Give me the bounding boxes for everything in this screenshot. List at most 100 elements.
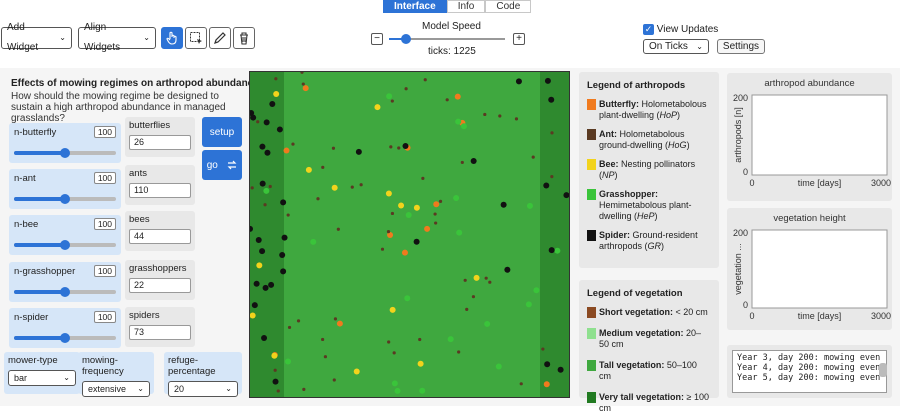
agent: [433, 212, 437, 216]
update-mode-value: On Ticks: [649, 41, 688, 52]
agent: [387, 340, 391, 344]
interact-tool-button[interactable]: [161, 27, 183, 49]
slider-track[interactable]: [14, 148, 116, 158]
output-line: Year 5, day 200: mowing even: [737, 373, 881, 383]
axis-label: time [days]: [798, 178, 842, 188]
monitor-label: ants: [129, 168, 147, 179]
settings-button[interactable]: Settings: [717, 39, 765, 54]
slider-fill: [14, 197, 65, 201]
speed-decrease-button[interactable]: −: [371, 33, 383, 45]
legend-vegetation: Legend of vegetation Short vegetation: <…: [579, 280, 719, 413]
slider-track[interactable]: [14, 194, 116, 204]
slider-knob[interactable]: [60, 240, 70, 250]
agent: [421, 176, 425, 180]
chevron-down-icon: ⌄: [137, 384, 144, 393]
chooser-dropdown[interactable]: bar ⌄: [8, 370, 76, 386]
agent: [386, 93, 393, 100]
slider-knob[interactable]: [60, 287, 70, 297]
monitor-butterflies: butterflies 26: [125, 117, 195, 157]
chooser-dropdown[interactable]: 20 ⌄: [168, 381, 238, 397]
agent: [380, 247, 385, 251]
agent: [433, 201, 440, 208]
checkbox-checked-icon[interactable]: ✓: [643, 24, 654, 35]
agent: [394, 387, 401, 394]
output-scrollbar[interactable]: [879, 363, 887, 377]
edit-tool-button[interactable]: [209, 27, 231, 49]
slider-value[interactable]: 100: [93, 311, 116, 323]
agent: [457, 350, 461, 354]
agent: [385, 190, 392, 197]
slider-n-ant[interactable]: n-ant 100: [9, 169, 121, 209]
setup-button[interactable]: setup: [202, 117, 242, 147]
monitor-value: 22: [129, 278, 191, 293]
agent: [263, 119, 270, 126]
align-widgets-dropdown[interactable]: Align Widgets ⌄: [78, 22, 156, 53]
agent: [473, 274, 480, 281]
speed-increase-button[interactable]: +: [513, 33, 525, 45]
agent: [390, 99, 394, 103]
agent: [259, 143, 266, 150]
agent: [273, 368, 277, 372]
tab-code[interactable]: Code: [485, 0, 532, 13]
slider-knob[interactable]: [60, 333, 70, 343]
chevron-down-icon: ⌄: [696, 42, 703, 51]
world-view[interactable]: [249, 71, 570, 398]
update-mode-dropdown[interactable]: On Ticks ⌄: [643, 39, 709, 54]
agent: [488, 280, 492, 284]
agent: [268, 281, 275, 288]
agent: [287, 325, 292, 330]
model-speed-slider[interactable]: [389, 34, 505, 44]
agent: [418, 337, 422, 342]
legend-item: Medium vegetation: 20–50 cm: [587, 328, 711, 350]
add-widget-dropdown[interactable]: Add Widget ⌄: [1, 22, 72, 53]
slider-n-spider[interactable]: n-spider 100: [9, 308, 121, 348]
legend-item-abbr: HoG: [668, 140, 687, 150]
go-button[interactable]: go: [202, 150, 242, 180]
agent: [544, 361, 551, 368]
legend-swatch: [587, 360, 596, 371]
slider-n-butterfly[interactable]: n-butterfly 100: [9, 123, 121, 163]
monitor-label: grasshoppers: [129, 263, 187, 274]
slider-knob[interactable]: [60, 148, 70, 158]
slider-value[interactable]: 100: [93, 126, 116, 138]
slider-track[interactable]: [14, 333, 116, 343]
slider-value[interactable]: 100: [93, 265, 116, 277]
add-widget-label: Add Widget: [7, 22, 39, 53]
page-title: Effects of mowing regimes on arthropod a…: [11, 78, 259, 89]
plot-arthropod-abundance: arthropod abundance 200 0 0 3000 time [days]…: [727, 73, 892, 201]
chooser-label: mowing-frequency: [82, 355, 124, 377]
agent: [253, 280, 260, 287]
slider-track[interactable]: [14, 287, 116, 297]
legend-item: Spider: Ground-resident arthropods (GR): [587, 230, 711, 252]
tab-info[interactable]: Info: [446, 0, 486, 13]
chooser-dropdown[interactable]: extensive ⌄: [82, 381, 150, 397]
output-text[interactable]: Year 3, day 200: mowing even Year 4, day …: [732, 350, 887, 393]
view-updates-toggle[interactable]: ✓ View Updates: [643, 24, 718, 35]
agent: [533, 287, 540, 294]
slider-value[interactable]: 100: [93, 218, 116, 230]
tab-interface[interactable]: Interface: [383, 0, 447, 13]
chooser-label: refuge-percentage: [168, 355, 216, 377]
legend-item-abbr: NP: [602, 170, 615, 180]
slider-track[interactable]: [14, 240, 116, 250]
chevron-down-icon: ⌄: [143, 33, 150, 42]
slider-value[interactable]: 100: [93, 172, 116, 184]
agent: [557, 366, 564, 373]
slider-knob[interactable]: [60, 194, 70, 204]
legend-item-close: ): [654, 211, 658, 221]
slider-n-bee[interactable]: n-bee 100: [9, 215, 121, 255]
slider-n-grasshopper[interactable]: n-grasshopper 100: [9, 262, 121, 302]
legend-arthropods: Legend of arthropods Butterfly: Holometa…: [579, 72, 719, 268]
slider-fill: [14, 243, 65, 247]
delete-tool-button[interactable]: [233, 27, 255, 49]
monitor-value: 44: [129, 229, 191, 244]
select-tool-button[interactable]: [185, 27, 207, 49]
agent: [402, 143, 409, 150]
model-speed-knob[interactable]: [401, 34, 412, 44]
agent: [504, 266, 511, 273]
legend-item-name: Spider:: [599, 230, 631, 240]
agent: [302, 85, 309, 92]
chooser-label: mower-type: [8, 355, 58, 366]
agent: [250, 114, 257, 121]
monitor-grasshoppers: grasshoppers 22: [125, 260, 195, 300]
